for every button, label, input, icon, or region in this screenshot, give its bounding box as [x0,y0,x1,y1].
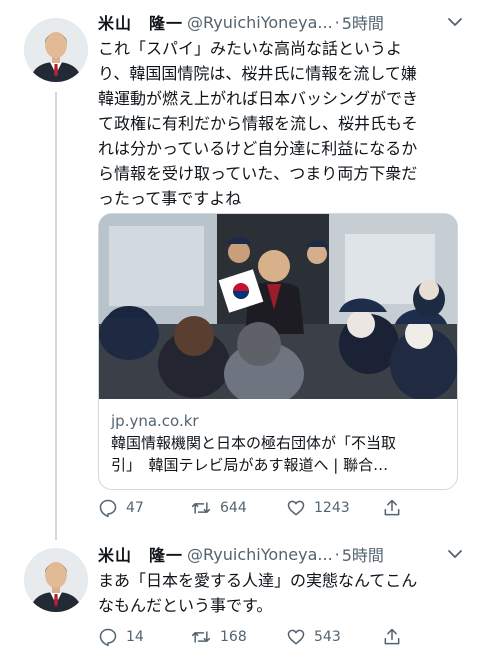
retweet-count: 168 [220,629,247,645]
user-handle[interactable]: @RyuichiYoneya... [187,545,333,564]
tweet-text-line: ら情報を受け取っていた、つまり両方下衆だ [98,164,418,183]
tweet-text: これ「スパイ」みたいな高尚な話というよ り、韓国国情院は、桜井氏に情報を流して嫌… [98,36,466,211]
tweet-1[interactable]: 米山 隆一 @RyuichiYoneya... · 5時間 これ「スパイ」みたい… [0,0,480,530]
tweet-text-line: れは分かっているけど自分達に利益になるか [98,139,418,158]
like-icon [287,629,305,645]
like-count: 1243 [314,500,350,516]
tweet-text-line: り、韓国国情院は、桜井氏に情報を流して嫌 [98,64,417,83]
tweet-text: まあ「日本を愛する人達」の実態なんてこん なもんだという事です。 [98,568,466,618]
like-icon [287,500,305,516]
reply-button[interactable]: 47 [98,498,190,518]
like-count: 543 [314,629,341,645]
avatar[interactable] [24,18,88,82]
avatar[interactable] [24,548,88,612]
link-card[interactable]: jp.yna.co.kr 韓国情報機関と日本の極右団体が「不当取 引」 韓国テレ… [98,213,458,490]
tweet-text-line: これ「スパイ」みたいな高尚な話というよ [98,39,403,58]
news-photo [99,214,457,406]
link-title: 韓国情報機関と日本の極右団体が「不当取 引」 韓国テレビ局があす報道へ | 聯合… [111,432,445,476]
separator-dot: · [334,12,340,32]
link-domain: jp.yna.co.kr [111,412,199,430]
display-name[interactable]: 米山 隆一 [98,10,183,34]
retweet-icon [191,631,211,643]
tweet-text-line: まあ「日本を愛する人達」の実態なんてこん [98,571,418,590]
display-name[interactable]: 米山 隆一 [98,542,183,566]
chevron-down-icon [448,550,462,558]
retweet-button[interactable]: 644 [190,498,286,518]
reply-count: 47 [126,500,144,516]
tweet-header: 米山 隆一 @RyuichiYoneya... · 5時間 [98,10,470,34]
retweet-icon [191,502,211,514]
avatar-portrait [24,548,88,612]
link-card-image [99,214,457,406]
link-title-line: 韓国情報機関と日本の極右団体が「不当取 [111,434,397,452]
separator-dot: · [334,544,340,564]
like-button[interactable]: 1243 [286,498,382,518]
share-button[interactable] [382,498,402,518]
timestamp[interactable]: 5時間 [342,10,384,34]
tweet-2[interactable]: 米山 隆一 @RyuichiYoneya... · 5時間 まあ「日本を愛する人… [0,538,480,659]
reply-button[interactable]: 14 [98,627,190,647]
reply-icon [99,499,117,518]
tweet-text-line: ったって事ですよね [98,189,242,208]
reply-count: 14 [126,629,144,645]
more-button[interactable] [440,10,470,34]
retweet-button[interactable]: 168 [190,627,286,647]
user-handle[interactable]: @RyuichiYoneya... [187,13,333,32]
chevron-down-icon [448,18,462,26]
share-icon [384,628,400,645]
timestamp[interactable]: 5時間 [342,542,384,566]
retweet-count: 644 [220,500,247,516]
reply-icon [99,628,117,647]
tweet-actions: 14 168 543 [98,624,458,650]
tweet-actions: 47 644 1243 [98,495,458,521]
tweet-header: 米山 隆一 @RyuichiYoneya... · 5時間 [98,542,470,566]
tweet-text-line: て政権に有利だから情報を流し、桜井氏もそ [98,114,418,133]
more-button[interactable] [440,542,470,566]
link-title-line: 引」 韓国テレビ局があす報道へ | 聯合… [111,456,389,474]
share-icon [384,499,400,516]
like-button[interactable]: 543 [286,627,382,647]
avatar-portrait [24,18,88,82]
tweet-text-line: 韓運動が燃え上がれば日本バッシングができ [98,89,419,108]
tweet-text-line: なもんだという事です。 [98,596,273,615]
share-button[interactable] [382,627,402,647]
